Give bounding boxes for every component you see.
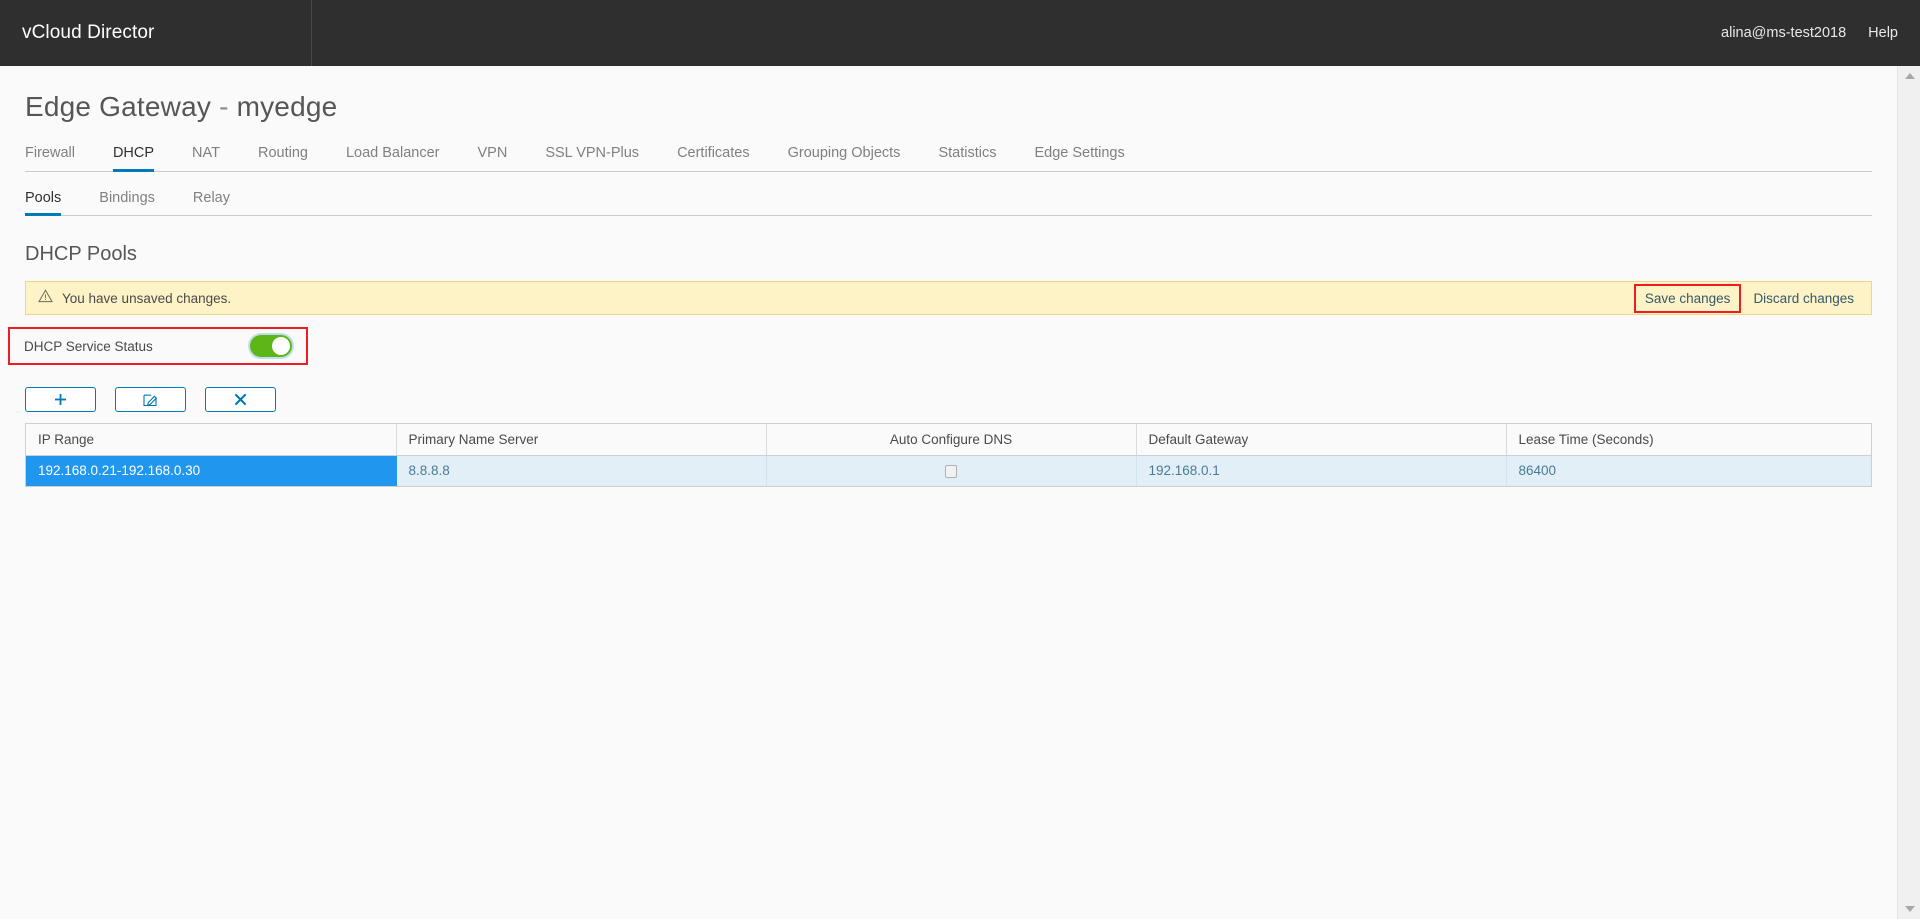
help-link[interactable]: Help: [1868, 25, 1898, 41]
subtab-bindings[interactable]: Bindings: [99, 190, 155, 216]
tab-firewall[interactable]: Firewall: [25, 145, 75, 172]
tab-vpn[interactable]: VPN: [477, 145, 507, 172]
tab-dhcp[interactable]: DHCP: [113, 145, 154, 172]
column-header-ip-range[interactable]: IP Range: [26, 424, 396, 455]
column-header-primary-name-server[interactable]: Primary Name Server: [396, 424, 766, 455]
add-pool-button[interactable]: [25, 387, 96, 412]
discard-changes-button[interactable]: Discard changes: [1744, 286, 1863, 311]
tab-grouping-objects[interactable]: Grouping Objects: [788, 145, 901, 172]
top-bar: vCloud Director alina@ms-test2018 Help: [0, 0, 1920, 66]
page-title-prefix: Edge Gateway: [25, 91, 211, 122]
table-header-row: IP Range Primary Name Server Auto Config…: [26, 424, 1871, 455]
page-title: Edge Gateway - myedge: [0, 66, 1897, 123]
tab-load-balancer[interactable]: Load Balancer: [346, 145, 440, 172]
brand-container: vCloud Director: [0, 0, 312, 66]
tab-routing[interactable]: Routing: [258, 145, 308, 172]
app-brand-title: vCloud Director: [0, 22, 154, 44]
user-account-link[interactable]: alina@ms-test2018: [1721, 25, 1846, 41]
subtab-pools[interactable]: Pools: [25, 190, 61, 216]
warning-triangle-icon: [38, 289, 53, 308]
vertical-scrollbar[interactable]: [1897, 66, 1920, 919]
table-header: IP Range Primary Name Server Auto Config…: [26, 424, 1871, 455]
dhcp-service-status-label: DHCP Service Status: [24, 339, 153, 354]
toggle-knob-icon: [272, 337, 290, 355]
page-title-edge-name: myedge: [237, 91, 338, 122]
column-header-default-gateway[interactable]: Default Gateway: [1136, 424, 1506, 455]
scroll-down-arrow-icon[interactable]: [1898, 899, 1920, 919]
edit-pencil-icon: [143, 392, 158, 407]
edit-pool-button[interactable]: [115, 387, 186, 412]
plus-icon: [54, 393, 67, 406]
unsaved-changes-banner: You have unsaved changes. Save changes D…: [25, 281, 1872, 315]
cell-default-gateway[interactable]: 192.168.0.1: [1136, 455, 1506, 486]
page-content: Edge Gateway - myedge Firewall DHCP NAT …: [0, 66, 1897, 919]
tab-edge-settings[interactable]: Edge Settings: [1034, 145, 1124, 172]
sub-tab-bar: Pools Bindings Relay: [25, 188, 1872, 216]
table-row[interactable]: 192.168.0.21-192.168.0.30 8.8.8.8 192.16…: [26, 455, 1871, 486]
main-tab-bar: Firewall DHCP NAT Routing Load Balancer …: [25, 142, 1872, 172]
save-changes-button[interactable]: Save changes: [1636, 286, 1740, 311]
alert-message-text: You have unsaved changes.: [62, 291, 231, 306]
cell-ip-range[interactable]: 192.168.0.21-192.168.0.30: [26, 455, 396, 486]
cell-primary-name-server[interactable]: 8.8.8.8: [396, 455, 766, 486]
tab-ssl-vpn-plus[interactable]: SSL VPN-Plus: [545, 145, 639, 172]
cell-lease-time[interactable]: 86400: [1506, 455, 1871, 486]
scroll-up-arrow-icon[interactable]: [1898, 66, 1920, 86]
tab-nat[interactable]: NAT: [192, 145, 220, 172]
service-status-section: DHCP Service Status: [0, 327, 1897, 365]
pool-toolbar: [25, 387, 1897, 412]
table-body: 192.168.0.21-192.168.0.30 8.8.8.8 192.16…: [26, 455, 1871, 486]
dhcp-pools-table-container: IP Range Primary Name Server Auto Config…: [25, 423, 1872, 487]
close-x-icon: [234, 393, 247, 406]
alert-action-group: Save changes Discard changes: [1636, 286, 1863, 311]
tab-certificates[interactable]: Certificates: [677, 145, 750, 172]
alert-message-group: You have unsaved changes.: [38, 289, 231, 308]
page-title-separator: -: [219, 91, 229, 122]
tab-statistics[interactable]: Statistics: [938, 145, 996, 172]
subtab-relay[interactable]: Relay: [193, 190, 230, 216]
dhcp-service-status-toggle[interactable]: [250, 335, 292, 357]
column-header-auto-configure-dns[interactable]: Auto Configure DNS: [766, 424, 1136, 455]
dhcp-pools-table: IP Range Primary Name Server Auto Config…: [26, 424, 1871, 486]
section-heading: DHCP Pools: [25, 243, 1897, 266]
dhcp-service-status-row: DHCP Service Status: [8, 327, 308, 365]
delete-pool-button[interactable]: [205, 387, 276, 412]
auto-configure-dns-checkbox[interactable]: [945, 465, 957, 478]
cell-auto-configure-dns[interactable]: [766, 455, 1136, 486]
column-header-lease-time[interactable]: Lease Time (Seconds): [1506, 424, 1871, 455]
topbar-right-actions: alina@ms-test2018 Help: [1721, 25, 1920, 41]
